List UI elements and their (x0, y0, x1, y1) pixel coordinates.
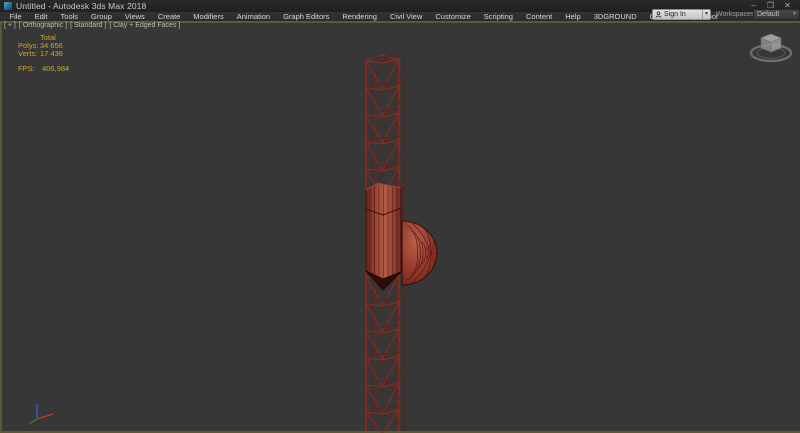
viewport-menu-style[interactable]: [ Standard ] (70, 22, 106, 29)
model-dome[interactable] (402, 221, 437, 285)
stats-row: Verts:17 436 (18, 50, 69, 58)
fps-value: 406,984 (42, 64, 69, 73)
viewcube[interactable] (751, 34, 791, 61)
viewport-menu-shading[interactable]: [ Clay + Edged Faces ] (109, 22, 180, 29)
world-axis-gizmo (29, 404, 53, 424)
model-cylinder[interactable] (366, 183, 401, 290)
viewport-label: [ + ] [ Orthographic ] [ Standard ] [ Cl… (4, 22, 180, 29)
stats-fps-row: FPS: 406,984 (18, 65, 69, 73)
fps-label: FPS: (18, 65, 40, 73)
viewport-canvas[interactable] (0, 0, 800, 433)
viewport-menu-pov[interactable]: [ Orthographic ] (19, 22, 67, 29)
viewport-menu-general[interactable]: [ + ] (4, 22, 16, 29)
statistics-overlay: Total Polys:34 656Verts:17 436 FPS: 406,… (18, 34, 69, 73)
